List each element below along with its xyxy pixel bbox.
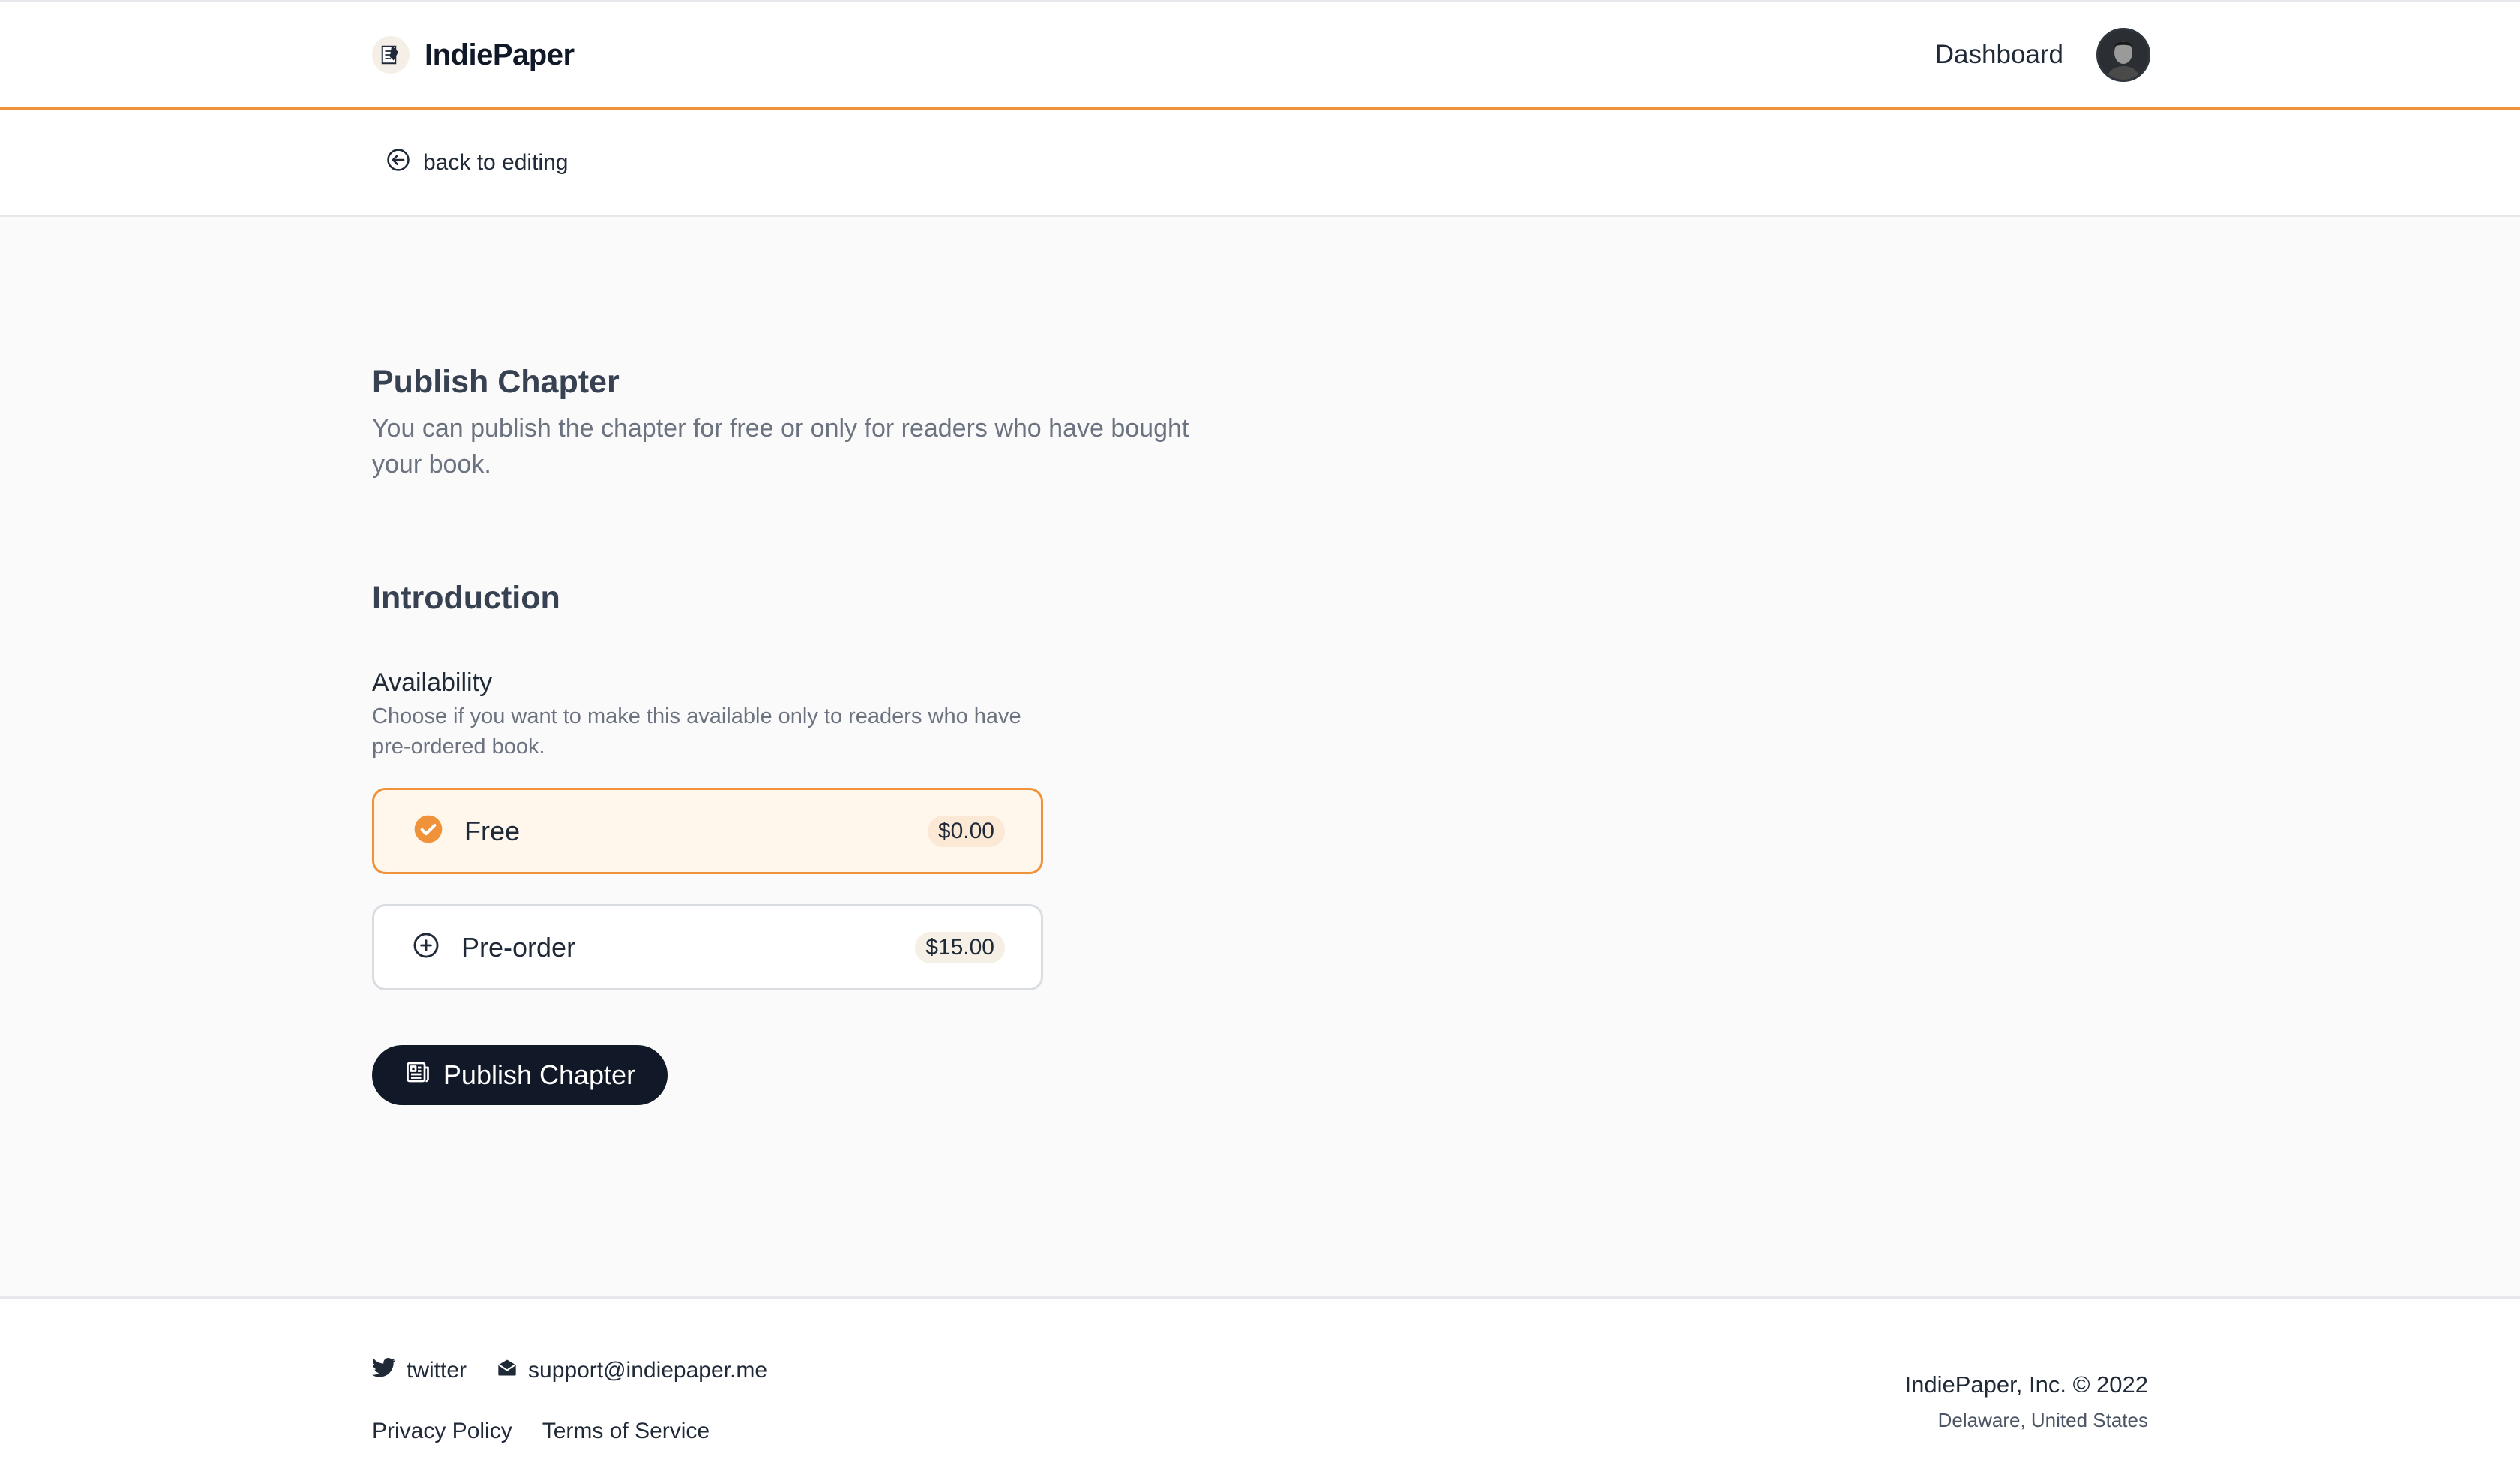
arrow-left-circle-icon — [386, 147, 411, 179]
back-to-editing-label: back to editing — [423, 149, 568, 175]
twitter-link[interactable]: twitter — [372, 1357, 466, 1384]
support-email-label: support@indiepaper.me — [528, 1358, 767, 1383]
availability-label: Availability — [372, 668, 493, 697]
terms-of-service-link[interactable]: Terms of Service — [542, 1419, 710, 1444]
publish-chapter-button[interactable]: Publish Chapter — [372, 1045, 668, 1105]
privacy-policy-link[interactable]: Privacy Policy — [372, 1419, 512, 1444]
option-label: Pre-order — [461, 931, 576, 963]
twitter-icon — [372, 1357, 396, 1384]
user-avatar[interactable] — [2096, 28, 2150, 82]
location-text: Delaware, United States — [1937, 1409, 2148, 1431]
chapter-title: Introduction — [372, 580, 560, 616]
availability-option-pre-order[interactable]: Pre-order $15.00 — [372, 904, 1043, 990]
newspaper-icon — [404, 1059, 431, 1092]
logo-icon — [372, 36, 410, 74]
check-circle-icon — [413, 814, 443, 848]
dashboard-link[interactable]: Dashboard — [1935, 40, 2063, 70]
price-badge: $15.00 — [915, 931, 1005, 963]
back-bar: back to editing — [0, 110, 2520, 217]
plus-circle-icon — [412, 931, 440, 963]
price-badge: $0.00 — [927, 815, 1005, 847]
support-email-link[interactable]: support@indiepaper.me — [496, 1357, 767, 1384]
availability-help: Choose if you want to make this availabl… — [372, 704, 1022, 759]
page-description: You can publish the chapter for free or … — [372, 414, 1190, 479]
copyright-text: IndiePaper, Inc. © 2022 — [1904, 1371, 2148, 1398]
page-title: Publish Chapter — [372, 364, 620, 400]
mail-open-icon — [496, 1357, 518, 1384]
twitter-label: twitter — [406, 1358, 467, 1383]
availability-option-free[interactable]: Free $0.00 — [372, 788, 1043, 874]
main-content: Publish Chapter You can publish the chap… — [0, 217, 2520, 1298]
brand-name: IndiePaper — [424, 38, 574, 71]
publish-chapter-label: Publish Chapter — [442, 1059, 636, 1090]
top-navbar: IndiePaper Dashboard — [0, 0, 2520, 110]
back-to-editing-link[interactable]: back to editing — [386, 147, 568, 179]
option-label: Free — [464, 815, 520, 846]
footer: twitter support@indiepaper.me Privacy Po… — [0, 1296, 2520, 1460]
brand-link[interactable]: IndiePaper — [372, 36, 574, 74]
